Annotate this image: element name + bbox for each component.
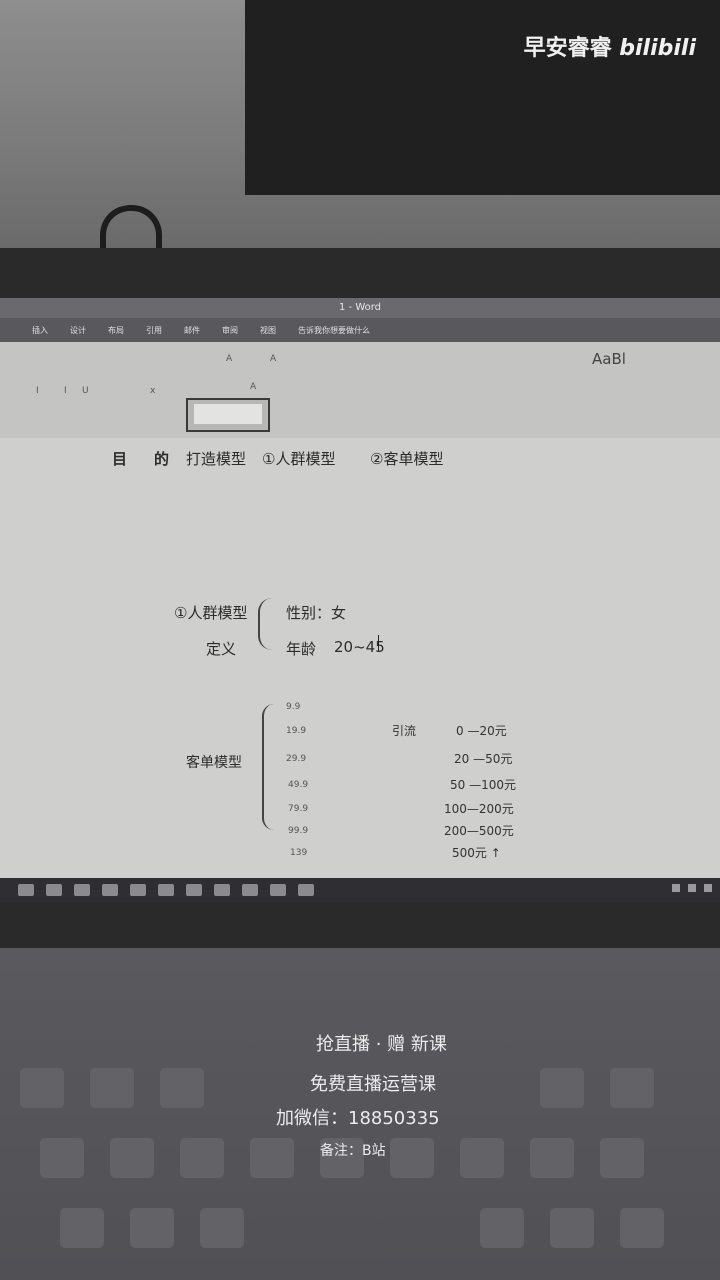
font-shrink-icon[interactable]: A (270, 354, 276, 364)
network-icon[interactable] (688, 884, 696, 892)
text-cursor (378, 635, 379, 651)
price-point-3: 29.9 (286, 754, 307, 764)
keyboard-key (600, 1138, 644, 1178)
tab-references[interactable]: 引用 (146, 325, 162, 336)
keyboard-key (90, 1068, 134, 1108)
price-range-2: 20 —50元 (454, 752, 513, 766)
channel-watermark: 早安睿睿 bilibili (524, 30, 696, 62)
price-brace (262, 704, 278, 830)
tab-view[interactable]: 视图 (260, 325, 276, 336)
traffic-label: 引流 (392, 724, 417, 738)
keyboard-key (480, 1208, 524, 1248)
folder-icon[interactable] (158, 884, 174, 896)
keyboard-key (530, 1138, 574, 1178)
keyboard-key (610, 1068, 654, 1108)
word-icon[interactable] (214, 884, 230, 896)
keyboard-key (60, 1208, 104, 1248)
price-point-2: 19.9 (286, 726, 307, 736)
italic-icon[interactable]: I (64, 386, 67, 396)
app-icon[interactable] (242, 884, 258, 896)
purpose-item-price: ②客单模型 (370, 450, 444, 468)
keyboard-key (180, 1138, 224, 1178)
crowd-model-subtitle: 定义 (206, 640, 237, 658)
keyboard-key (200, 1208, 244, 1248)
system-tray (672, 884, 712, 892)
tab-insert[interactable]: 插入 (32, 325, 48, 336)
purpose-label-2: 的 (154, 450, 170, 468)
price-point-1: 9.9 (286, 702, 301, 712)
laptop-screen: 1 - Word 插入 设计 布局 引用 邮件 审阅 视图 告诉我你想要做什么 … (0, 298, 720, 878)
purpose-label-1: 目 (112, 450, 128, 468)
app-icon[interactable] (186, 884, 202, 896)
window-title: 1 - Word (0, 298, 720, 318)
overlay-line-4: 备注：B站 (320, 1143, 386, 1159)
bold-icon[interactable]: I (36, 386, 39, 396)
keyboard-key (390, 1138, 434, 1178)
price-range-3: 50 —100元 (450, 778, 516, 792)
style-preview[interactable]: AaBl (592, 350, 626, 368)
price-range-6: 500元 ↑ (452, 846, 501, 860)
channel-name: 早安睿睿 (523, 36, 612, 61)
keyboard-key (20, 1068, 64, 1108)
overlay-line-2: 免费直播运营课 (310, 1074, 436, 1095)
keyboard-key (460, 1138, 504, 1178)
keyboard-key (550, 1208, 594, 1248)
search-icon[interactable] (46, 884, 62, 896)
ribbon-tab-bar: 插入 设计 布局 引用 邮件 审阅 视图 告诉我你想要做什么 (0, 318, 720, 342)
bilibili-logo: bilibili (619, 36, 696, 61)
font-grow-icon[interactable]: A (226, 354, 232, 364)
keyboard-key (40, 1138, 84, 1178)
keyboard-key (620, 1208, 664, 1248)
price-point-4: 49.9 (288, 780, 309, 790)
volume-icon[interactable] (704, 884, 712, 892)
tray-up-icon[interactable] (672, 884, 680, 892)
overlay-line-1: 抢直播 · 赠 新课 (316, 1034, 447, 1055)
keyboard-key (540, 1068, 584, 1108)
price-point-7: 139 (290, 848, 308, 858)
purpose-item-crowd: ①人群模型 (262, 450, 336, 468)
start-icon[interactable] (18, 884, 34, 896)
windows-taskbar (0, 878, 720, 902)
app-icon[interactable] (130, 884, 146, 896)
app-icon[interactable] (298, 884, 314, 896)
gender-text: 性别：女 (286, 604, 347, 622)
age-label: 年龄 (286, 640, 317, 658)
overlay-line-3: 加微信：18850335 (276, 1108, 440, 1129)
tab-mailings[interactable]: 邮件 (184, 325, 200, 336)
subscript-icon[interactable]: x (150, 386, 155, 396)
app-icon[interactable] (270, 884, 286, 896)
font-color-icon[interactable]: A (250, 382, 256, 392)
crowd-model-title: ①人群模型 (174, 604, 248, 622)
purpose-item-model: 打造模型 (186, 450, 247, 468)
tab-review[interactable]: 审阅 (222, 325, 238, 336)
price-model-title: 客单模型 (186, 755, 242, 771)
keyboard-key (160, 1068, 204, 1108)
crowd-brace (258, 598, 278, 650)
app-icon[interactable] (102, 884, 118, 896)
tab-layout[interactable]: 布局 (108, 325, 124, 336)
price-range-4: 100—200元 (444, 802, 514, 816)
price-range-5: 200—500元 (444, 824, 514, 838)
underline-icon[interactable]: U (82, 386, 89, 396)
keyboard-key (110, 1138, 154, 1178)
document-page[interactable] (0, 438, 720, 878)
keyboard-key (130, 1208, 174, 1248)
tab-design[interactable]: 设计 (70, 325, 86, 336)
tell-me-search[interactable]: 告诉我你想要做什么 (298, 325, 370, 336)
price-point-5: 79.9 (288, 804, 309, 814)
price-point-6: 99.9 (288, 826, 309, 836)
highlight-color-swatch (194, 404, 262, 424)
keyboard-key (250, 1138, 294, 1178)
price-range-1: 0 —20元 (456, 724, 507, 738)
chrome-icon[interactable] (74, 884, 90, 896)
